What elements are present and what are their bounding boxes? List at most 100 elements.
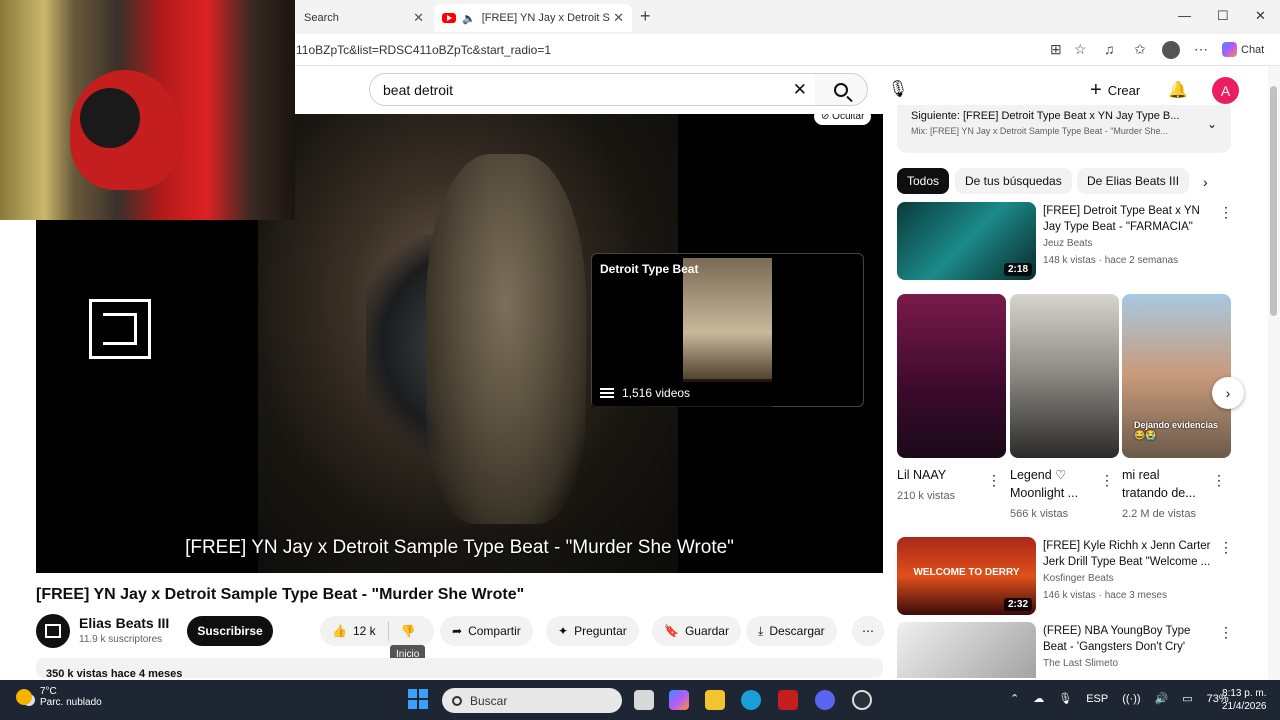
list-item[interactable]: 2:18 [FREE] Detroit Type Beat x YN Jay T… (897, 202, 1233, 282)
weather-widget[interactable]: 7°C Parc. nublado (16, 686, 102, 708)
chevron-up-icon[interactable]: ⌃ (1010, 692, 1019, 705)
date: 21/4/2026 (1222, 701, 1267, 712)
task-view-icon[interactable] (634, 690, 654, 710)
dislike-icon[interactable]: 👎 (401, 624, 416, 638)
windows-start-icon[interactable] (408, 689, 428, 709)
speaker-icon[interactable]: 🔈 (462, 12, 476, 25)
clear-search-icon[interactable]: ✕ (793, 80, 807, 100)
chip-from-searches[interactable]: De tus búsquedas (955, 168, 1072, 194)
divider (387, 621, 389, 641)
user-avatar[interactable]: A (1212, 77, 1239, 104)
like-icon[interactable]: 👍 (332, 624, 347, 638)
channel-name[interactable]: Jeuz Beats (1043, 238, 1092, 249)
ask-button[interactable]: ✦ Preguntar (546, 616, 639, 646)
save-button[interactable]: 🔖 Guardar (652, 616, 741, 646)
video-thumbnail[interactable] (897, 622, 1036, 678)
file-explorer-icon[interactable] (705, 690, 725, 710)
hide-label: Ocultar (832, 114, 865, 122)
close-window-icon[interactable]: ✕ (1255, 8, 1266, 24)
short-thumbnail[interactable] (1010, 294, 1119, 458)
more-icon: ⋯ (862, 624, 874, 638)
media-icon[interactable]: ♫ (1104, 41, 1115, 57)
channel-name[interactable]: Elias Beats III (79, 615, 169, 631)
more-actions-button[interactable]: ⋯ (852, 616, 884, 646)
chevron-right-icon[interactable]: › (1212, 377, 1244, 409)
more-icon[interactable]: ⋮ (1212, 472, 1226, 489)
microphone-icon[interactable]: 🎙 (1058, 692, 1072, 705)
list-item[interactable]: WELCOME TO DERRY 2:32 [FREE] Kyle Richh … (897, 537, 1233, 617)
list-item[interactable]: (FREE) NBA YoungBoy Type Beat - 'Gangste… (897, 622, 1231, 678)
antivirus-icon[interactable] (778, 690, 798, 710)
short-thumbnail[interactable]: Dejando evidencias 😂😭 (1122, 294, 1231, 458)
close-tab-icon[interactable]: ✕ (413, 10, 424, 26)
up-next-panel[interactable]: Siguiente: [FREE] Detroit Type Beat x YN… (897, 105, 1231, 153)
wifi-icon[interactable]: ((·)) (1122, 693, 1140, 705)
description-views: 350 k vistas hace 4 meses (46, 668, 183, 678)
steam-icon[interactable] (852, 690, 872, 710)
more-icon[interactable]: ⋮ (987, 472, 1001, 489)
video-caption: [FREE] YN Jay x Detroit Sample Type Beat… (185, 537, 734, 558)
favorite-star-icon[interactable]: ☆ (1074, 41, 1087, 58)
video-title[interactable]: [FREE] Detroit Type Beat x YN Jay Type B… (1043, 203, 1213, 235)
chip-from-channel[interactable]: De Elias Beats III (1077, 168, 1190, 194)
tab-search[interactable]: Search ✕ (296, 4, 432, 32)
battery-icon[interactable]: ▭ (1182, 692, 1192, 705)
channel-avatar[interactable] (36, 614, 70, 648)
edge-browser-icon[interactable] (741, 690, 761, 710)
short-title[interactable]: Legend ♡ Moonlight ... 566 k vistas (1010, 466, 1096, 523)
create-button[interactable]: + Crear (1082, 76, 1148, 104)
apps-icon[interactable]: ⊞ (1050, 41, 1062, 58)
discord-icon[interactable] (815, 690, 835, 710)
copilot-chat-button[interactable]: Chat (1222, 42, 1264, 57)
tab-video[interactable]: 🔈 [FREE] YN Jay x Detroit Sampl ✕ (434, 4, 632, 32)
volume-icon[interactable]: 🔊 (1155, 692, 1169, 705)
short-views: 210 k vistas (897, 490, 956, 502)
video-title[interactable]: [FREE] Kyle Richh x Jenn Carter Jerk Dri… (1043, 538, 1213, 570)
ask-label: Preguntar (574, 624, 627, 638)
channel-name[interactable]: Kosfinger Beats (1043, 573, 1114, 584)
minimize-icon[interactable]: — (1178, 8, 1191, 23)
more-icon[interactable]: ⋮ (1100, 472, 1114, 489)
share-button[interactable]: ➦ Compartir (440, 616, 533, 646)
microphone-icon[interactable]: 🎙 (880, 79, 916, 99)
profile-icon[interactable] (1162, 41, 1180, 59)
url-field[interactable]: 11oBZpTc&list=RDSC411oBZpTc&start_radio=… (296, 43, 551, 57)
more-icon[interactable]: ⋯ (1194, 41, 1208, 58)
favorites-icon[interactable]: ✩ (1134, 41, 1146, 58)
language-indicator[interactable]: ESP (1086, 693, 1108, 705)
search-button[interactable] (815, 73, 868, 106)
playlist-card[interactable]: Detroit Type Beat 1,516 videos (591, 253, 864, 407)
scrollbar-thumb[interactable] (1270, 86, 1277, 316)
youtube-icon (442, 13, 456, 23)
like-count[interactable]: 12 k (353, 624, 376, 638)
subscribe-button[interactable]: Suscribirse (187, 616, 273, 646)
hide-overlay-button[interactable]: ⊘ Ocultar (814, 114, 872, 125)
search-input[interactable]: beat detroit ✕ (369, 73, 816, 106)
video-thumbnail[interactable]: WELCOME TO DERRY 2:32 (897, 537, 1036, 615)
short-title[interactable]: Lil NAAY 210 k vistas (897, 466, 987, 505)
page-scrollbar[interactable] (1268, 66, 1280, 680)
more-icon[interactable]: ⋮ (1219, 204, 1233, 221)
notifications-bell-icon[interactable]: 🔔 (1168, 80, 1188, 100)
clock[interactable]: 8:13 p. m. 21/4/2026 (1222, 687, 1267, 713)
taskbar-search[interactable]: Buscar (442, 688, 622, 713)
short-thumbnail[interactable] (897, 294, 1006, 458)
chevron-right-icon[interactable]: › (1203, 174, 1208, 190)
short-title[interactable]: mi real tratando de... 2.2 M de vistas (1122, 466, 1208, 523)
download-button[interactable]: ⤓ Descargar (746, 616, 837, 646)
tab-label: Search (304, 12, 339, 24)
chevron-down-icon[interactable]: ⌄ (1207, 117, 1217, 131)
description-box[interactable]: 350 k vistas hace 4 meses (36, 658, 883, 678)
more-icon[interactable]: ⋮ (1219, 539, 1233, 556)
video-title[interactable]: (FREE) NBA YoungBoy Type Beat - 'Gangste… (1043, 623, 1213, 655)
chip-all[interactable]: Todos (897, 168, 950, 194)
maximize-icon[interactable]: ☐ (1217, 8, 1229, 24)
video-thumbnail[interactable]: 2:18 (897, 202, 1036, 280)
close-tab-icon[interactable]: ✕ (613, 10, 624, 26)
more-icon[interactable]: ⋮ (1219, 624, 1231, 641)
cloud-icon[interactable]: ☁ (1033, 692, 1044, 705)
new-tab-button[interactable]: + (640, 6, 651, 27)
channel-name[interactable]: The Last Slimeto (1043, 658, 1118, 669)
download-label: Descargar (769, 624, 825, 638)
copilot-icon[interactable] (669, 690, 689, 710)
